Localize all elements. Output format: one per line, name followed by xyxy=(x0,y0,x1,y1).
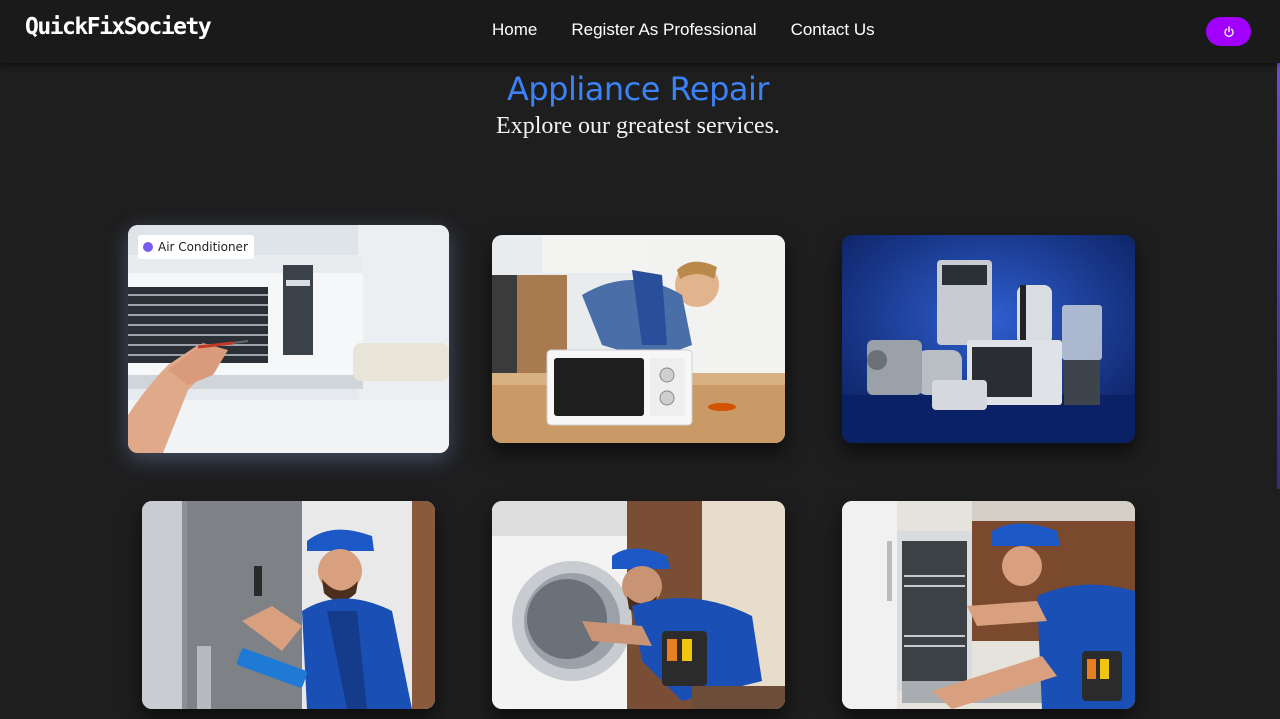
service-card-refrigerator[interactable] xyxy=(142,501,435,709)
service-card-dishwasher[interactable] xyxy=(842,501,1135,709)
refrigerator-repair-image xyxy=(142,501,435,709)
nav-links: Home Register As Professional Contact Us xyxy=(492,20,909,40)
power-icon xyxy=(1223,25,1234,37)
dishwasher-repair-image xyxy=(842,501,1135,709)
page-title: Appliance Repair xyxy=(506,70,770,108)
power-button[interactable] xyxy=(1206,17,1251,46)
brand-logo[interactable]: QuickFixSociety xyxy=(25,14,212,40)
washing-machine-repair-image xyxy=(492,501,785,709)
navbar: QuickFixSociety Home Register As Profess… xyxy=(0,0,1280,63)
air-conditioner-repair-image xyxy=(128,225,449,453)
service-card-air-conditioner[interactable]: Air Conditioner xyxy=(128,225,449,453)
nav-register-professional[interactable]: Register As Professional xyxy=(571,20,756,40)
service-tag-label: Air Conditioner xyxy=(158,240,248,254)
nav-home[interactable]: Home xyxy=(492,20,537,40)
purple-dot-icon xyxy=(143,242,153,252)
nav-contact-us[interactable]: Contact Us xyxy=(791,20,875,40)
service-card-kitchen-appliances[interactable] xyxy=(842,235,1135,443)
service-tag-air-conditioner[interactable]: Air Conditioner xyxy=(138,235,254,259)
microwave-repair-image xyxy=(492,235,785,443)
kitchen-appliances-image xyxy=(842,235,1135,443)
page-subtitle: Explore our greatest services. xyxy=(496,113,780,139)
service-card-washing-machine[interactable] xyxy=(492,501,785,709)
service-card-microwave[interactable] xyxy=(492,235,785,443)
